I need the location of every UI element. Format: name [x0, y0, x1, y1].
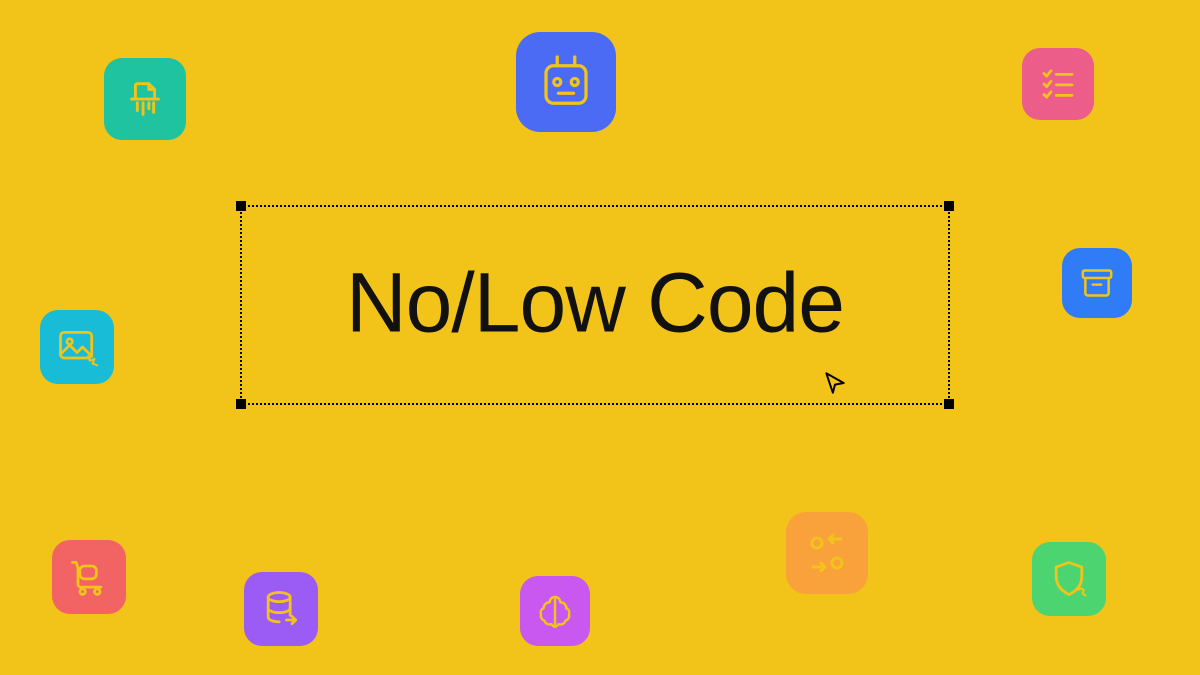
robot-icon	[536, 52, 596, 112]
tile-brain	[520, 576, 590, 646]
tile-database	[244, 572, 318, 646]
tile-transfer	[786, 512, 868, 594]
tile-cart	[52, 540, 126, 614]
selection-handle-bl[interactable]	[236, 399, 246, 409]
shield-icon	[1047, 557, 1091, 601]
transfer-icon	[803, 529, 851, 577]
tile-checklist	[1022, 48, 1094, 120]
archive-icon	[1077, 263, 1117, 303]
tile-image	[40, 310, 114, 384]
tile-archive	[1062, 248, 1132, 318]
checklist-icon	[1037, 63, 1079, 105]
tile-robot	[516, 32, 616, 132]
cart-icon	[67, 555, 111, 599]
shredder-icon	[122, 76, 168, 122]
image-icon	[55, 325, 99, 369]
cursor-icon	[822, 370, 848, 401]
database-icon	[259, 587, 303, 631]
selection-handle-tr[interactable]	[944, 201, 954, 211]
tile-shredder	[104, 58, 186, 140]
brain-icon	[534, 590, 576, 632]
selection-handle-br[interactable]	[944, 399, 954, 409]
selection-handle-tl[interactable]	[236, 201, 246, 211]
main-title: No/Low Code	[346, 255, 844, 352]
tile-shield	[1032, 542, 1106, 616]
